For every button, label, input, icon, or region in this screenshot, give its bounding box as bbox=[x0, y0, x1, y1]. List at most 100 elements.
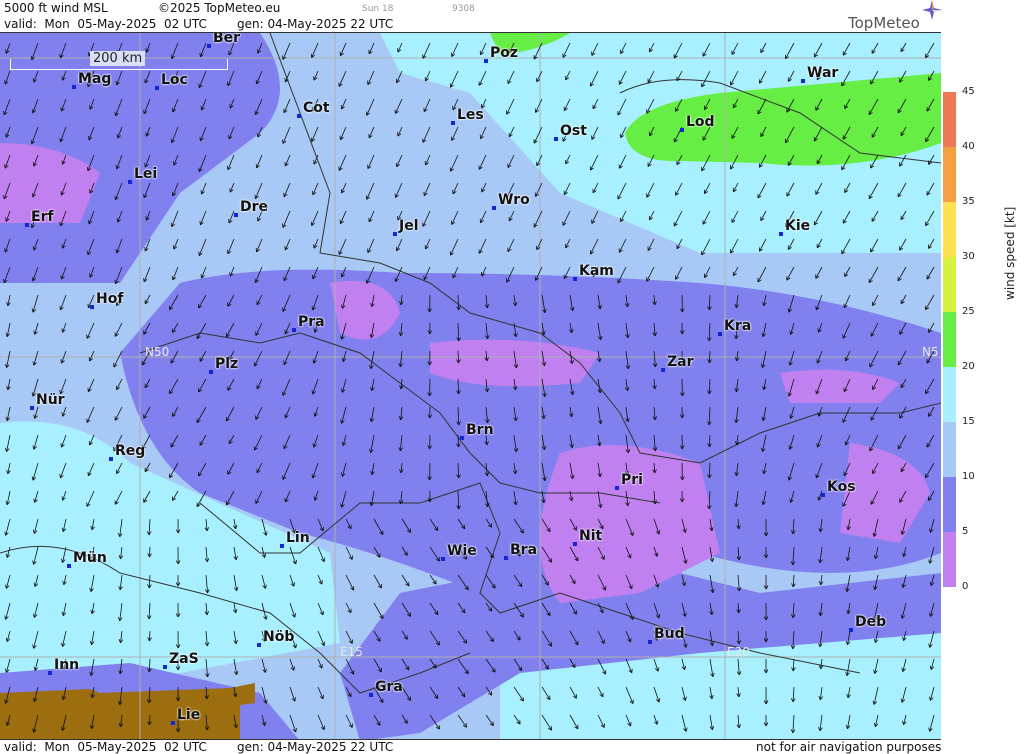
city-label[interactable]: Nöb bbox=[263, 629, 294, 645]
wind-arrow-head bbox=[59, 221, 61, 227]
wind-arrow-head bbox=[59, 305, 61, 311]
topmeteo-logo: TopMeteo bbox=[848, 14, 920, 32]
city-label[interactable]: Plz bbox=[215, 356, 238, 372]
product-title: 5000 ft wind MSL bbox=[4, 1, 108, 15]
wind-arrow-head bbox=[89, 273, 91, 278]
city-label[interactable]: Wie bbox=[447, 543, 477, 559]
wind-arrow-head bbox=[31, 193, 34, 198]
city-label[interactable]: Les bbox=[457, 107, 484, 123]
city-label[interactable]: Kos bbox=[827, 479, 856, 495]
wind-arrow bbox=[457, 350, 459, 364]
wind-arrow-head bbox=[815, 389, 817, 395]
wind-arrow-head bbox=[116, 134, 119, 139]
city-label[interactable]: Inn bbox=[54, 657, 79, 673]
valid-time: valid: Mon 05-May-2025 02 UTC bbox=[4, 17, 207, 31]
city-label[interactable]: Lei bbox=[134, 166, 157, 182]
city-dot bbox=[257, 643, 261, 647]
city-label[interactable]: Kra bbox=[724, 318, 751, 334]
city-label[interactable]: Gra bbox=[375, 679, 403, 695]
city-dot bbox=[460, 436, 464, 440]
legend-title: wind speed [kt] bbox=[1003, 206, 1017, 300]
wind-arrow-head bbox=[32, 246, 35, 251]
grid-label-n50: N50 bbox=[145, 345, 170, 359]
city-label[interactable]: Erf bbox=[31, 209, 54, 225]
city-dot bbox=[849, 628, 853, 632]
city-label[interactable]: Lod bbox=[686, 114, 715, 130]
footer-gen: gen: 04-May-2025 22 UTC bbox=[237, 740, 394, 754]
wind-arrow-head bbox=[817, 328, 819, 333]
footer-disclaimer: not for air navigation purposes bbox=[756, 740, 942, 754]
wind-arrow-head bbox=[89, 189, 91, 194]
grid-label-e15: E15 bbox=[340, 645, 363, 659]
city-dot bbox=[661, 368, 665, 372]
wind-arrow-head bbox=[114, 111, 116, 116]
legend-tick-label: 5 bbox=[962, 526, 969, 537]
city-label[interactable]: Mag bbox=[78, 71, 111, 87]
legend-tick-label: 0 bbox=[962, 581, 969, 592]
city-label[interactable]: Deb bbox=[855, 614, 886, 630]
city-dot bbox=[280, 544, 284, 548]
city-label[interactable]: Jel bbox=[399, 218, 419, 234]
city-label[interactable]: Zar bbox=[667, 354, 694, 370]
city-label[interactable]: War bbox=[807, 65, 838, 81]
wind-arrow-head bbox=[60, 443, 62, 448]
legend-tick-label: 30 bbox=[962, 251, 975, 262]
wind-arrow-head bbox=[86, 250, 89, 255]
city-dot bbox=[573, 542, 577, 546]
city-dot bbox=[292, 328, 296, 332]
city-label[interactable]: Bud bbox=[654, 626, 685, 642]
wind-arrow-head bbox=[61, 76, 63, 81]
city-dot bbox=[451, 121, 455, 125]
wind-arrow-head bbox=[114, 279, 116, 284]
city-label[interactable]: Kie bbox=[785, 218, 810, 234]
city-label[interactable]: Brn bbox=[466, 422, 494, 438]
city-label[interactable]: Mün bbox=[73, 550, 107, 566]
wind-arrow-head bbox=[115, 248, 117, 254]
wind-arrow-head bbox=[59, 53, 61, 59]
wind-arrow-head bbox=[61, 244, 63, 249]
city-label[interactable]: Nit bbox=[579, 528, 602, 544]
city-dot bbox=[207, 44, 211, 48]
wind-speed-colorbar bbox=[943, 92, 956, 587]
wind-arrow-head bbox=[61, 328, 63, 333]
city-label[interactable]: Wro bbox=[498, 192, 530, 208]
wind-arrow-head bbox=[30, 139, 33, 144]
city-dot bbox=[680, 128, 684, 132]
city-label[interactable]: Ost bbox=[560, 123, 587, 139]
city-dot bbox=[648, 640, 652, 644]
compass-star-icon bbox=[922, 0, 942, 20]
copyright: ©2025 TopMeteo.eu bbox=[158, 1, 281, 15]
city-label[interactable]: Reg bbox=[115, 443, 145, 459]
city-label[interactable]: Lie bbox=[177, 707, 200, 723]
city-label[interactable]: Kam bbox=[579, 263, 614, 279]
wind-arrow-head bbox=[32, 78, 35, 83]
wind-arrow-head bbox=[816, 359, 818, 364]
city-dot bbox=[821, 493, 825, 497]
city-label[interactable]: Dre bbox=[240, 199, 268, 215]
legend-tick-label: 10 bbox=[962, 471, 975, 482]
city-label[interactable]: Nür bbox=[36, 392, 65, 408]
city-dot bbox=[67, 564, 71, 568]
city-label[interactable]: Bra bbox=[510, 542, 537, 558]
wind-arrow-head bbox=[815, 473, 817, 479]
city-label[interactable]: Poz bbox=[490, 45, 518, 61]
city-dot bbox=[155, 86, 159, 90]
city-label[interactable]: Ber bbox=[213, 33, 240, 46]
city-dot bbox=[297, 114, 301, 118]
wind-arrow-head bbox=[88, 136, 90, 141]
city-label[interactable]: Lin bbox=[286, 530, 310, 546]
wind-map[interactable]: 200 km N50 N5 E15 E20 Ber Poz War Mag Loc Cot… bbox=[0, 32, 941, 740]
city-label[interactable]: Pri bbox=[621, 472, 643, 488]
sun-label: Sun 18 bbox=[362, 4, 394, 14]
legend-tick-label: 40 bbox=[962, 141, 975, 152]
city-label[interactable]: Pra bbox=[298, 314, 325, 330]
city-label[interactable]: Loc bbox=[161, 72, 188, 88]
city-label[interactable]: Hof bbox=[96, 291, 123, 307]
wind-arrow-head bbox=[61, 496, 63, 501]
city-label[interactable]: ZaS bbox=[169, 651, 199, 667]
wind-arrow-head bbox=[115, 80, 117, 86]
city-dot bbox=[369, 693, 373, 697]
city-label[interactable]: Cot bbox=[303, 100, 330, 116]
legend-tick-label: 25 bbox=[962, 306, 975, 317]
city-dot bbox=[234, 213, 238, 217]
